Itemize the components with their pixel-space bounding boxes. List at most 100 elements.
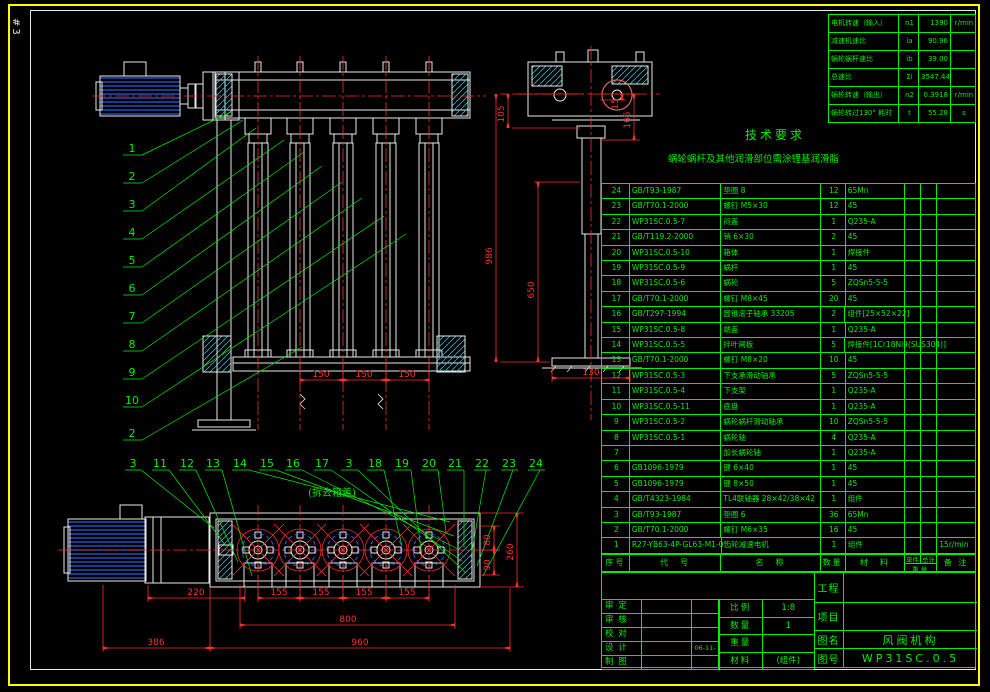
drawing-name-value: 风阀机构 bbox=[844, 631, 977, 648]
dim-105: 105 bbox=[497, 105, 507, 122]
part-name: 圆锥滚子轴承 33205 bbox=[721, 307, 820, 322]
part-total-weight bbox=[921, 353, 937, 368]
dim-155-4: 155 bbox=[398, 588, 415, 598]
part-remark bbox=[937, 431, 975, 446]
part-total-weight bbox=[921, 184, 937, 199]
dim-960: 960 bbox=[351, 638, 368, 648]
part-material: 45 bbox=[846, 261, 906, 276]
part-seq: 10 bbox=[602, 400, 630, 415]
spec-value: 1390 bbox=[919, 15, 951, 32]
part-total-weight bbox=[921, 384, 937, 399]
header-total-weight: 总计 bbox=[921, 554, 936, 563]
part-name: 齿轮减速电机 bbox=[722, 538, 821, 553]
part-seq: 8 bbox=[602, 431, 630, 446]
signature-date: 06-11-10 bbox=[692, 642, 719, 656]
balloon: 7 bbox=[129, 310, 136, 323]
part-name: 箱体 bbox=[721, 246, 820, 261]
part-total-weight bbox=[921, 338, 937, 353]
balloon: 3 bbox=[346, 457, 353, 470]
spec-unit bbox=[951, 51, 975, 68]
parts-row: 18 WP31SC.0.5-6 蜗轮 5 ZQSn5-5-5 bbox=[602, 276, 975, 291]
spec-row: 蜗轮蜗杆速比 ib 39.00 bbox=[829, 51, 975, 69]
balloon: 20 bbox=[422, 457, 436, 470]
part-seq: 2 bbox=[602, 523, 630, 538]
signature-row: 审 定 bbox=[602, 600, 719, 614]
part-total-weight bbox=[921, 477, 937, 492]
parts-row: 16 GB/T297-1994 圆锥滚子轴承 33205 2 组件[25×52×… bbox=[602, 307, 975, 322]
signature-row: 制 图 bbox=[602, 656, 719, 670]
part-qty: 12 bbox=[821, 199, 846, 214]
balloon: 24 bbox=[529, 457, 543, 470]
project-label: 工程 bbox=[814, 573, 844, 602]
part-total-weight bbox=[921, 492, 937, 507]
part-name: 垫圈 6 bbox=[721, 508, 820, 523]
part-seq: 6 bbox=[602, 461, 630, 476]
balloon: 5 bbox=[129, 254, 136, 267]
drawing-no-row: 图号 WP31SC.0.5 bbox=[814, 649, 977, 668]
parts-row: 2 GB/T70.1-2000 螺钉 M6×35 16 45 bbox=[602, 523, 975, 538]
part-unit-weight bbox=[905, 384, 921, 399]
header-weight-group: 单件 总计 重量 bbox=[905, 554, 937, 571]
dim-986: 986 bbox=[485, 247, 495, 264]
part-unit-weight bbox=[905, 538, 921, 553]
spec-label: 蜗轮蜗杆速比 bbox=[829, 51, 899, 68]
part-seq: 4 bbox=[602, 492, 630, 507]
balloon: 10 bbox=[125, 394, 139, 407]
part-unit-weight bbox=[905, 446, 921, 461]
part-code: WP31SC.0.5-7 bbox=[630, 215, 722, 230]
parts-row: 19 WP31SC.0.5-9 蜗杆 1 45 bbox=[602, 261, 975, 276]
part-qty: 1 bbox=[821, 261, 846, 276]
part-qty: 1 bbox=[821, 492, 846, 507]
spec-unit: s bbox=[951, 105, 975, 122]
part-material: 组件[25×52×22] bbox=[845, 307, 905, 322]
parts-row: 11 WP31SC.0.5-4 下支架 1 Q235-A bbox=[602, 384, 975, 399]
balloon: 4 bbox=[129, 226, 136, 239]
part-total-weight bbox=[921, 538, 937, 553]
part-name: 螺钉 M5×30 bbox=[721, 199, 820, 214]
spec-symbol: Σi bbox=[899, 69, 919, 86]
part-remark bbox=[937, 246, 975, 261]
dim-260: 260 bbox=[506, 543, 516, 560]
part-code: WP31SC.0.5-11 bbox=[630, 400, 722, 415]
part-remark bbox=[937, 492, 975, 507]
signature-blank bbox=[642, 628, 692, 642]
header-qty: 数量 bbox=[821, 554, 846, 571]
part-code: WP31SC.0.5-8 bbox=[630, 323, 722, 338]
parts-row: 1 R27-YB63-4P-GL63-M1-0° 齿轮减速电机 1 组件 15r… bbox=[602, 538, 975, 553]
signature-date bbox=[692, 656, 719, 670]
parts-row: 17 GB/T70.1-2000 螺钉 M8×45 20 45 bbox=[602, 292, 975, 307]
part-code: GB/T119.2-2000 bbox=[630, 230, 722, 245]
part-unit-weight bbox=[905, 230, 921, 245]
parts-row: 23 GB/T70.1-2000 螺钉 M5×30 12 45 bbox=[602, 199, 975, 214]
header-material: 材 料 bbox=[846, 554, 906, 571]
part-total-weight bbox=[921, 307, 937, 322]
balloon: 15 bbox=[260, 457, 274, 470]
part-seq: 7 bbox=[602, 446, 630, 461]
part-total-weight bbox=[921, 323, 937, 338]
part-total-weight bbox=[921, 369, 937, 384]
tech-requirements-title: 技术要求 bbox=[705, 126, 845, 143]
dim-150-2: 150 bbox=[355, 370, 372, 380]
part-total-weight bbox=[921, 415, 937, 430]
part-material: 45 bbox=[846, 353, 906, 368]
signature-row: 设 计 06-11-10 bbox=[602, 642, 719, 656]
spec-row: 减速机速比 ia 90.96 bbox=[829, 33, 975, 51]
signature-row: 审 核 bbox=[602, 614, 719, 628]
title-block-right: 工程 项目 图名 风阀机构 图号 WP31SC.0.5 bbox=[814, 573, 977, 669]
parts-row: 12 WP31SC.0.5-3 下支承滑动轴承 5 ZQSn5-5-5 bbox=[602, 369, 975, 384]
part-unit-weight bbox=[905, 292, 921, 307]
drawing-no-value: WP31SC.0.5 bbox=[844, 649, 977, 668]
part-code: GB/T4323-1984 bbox=[630, 492, 722, 507]
balloon: 14 bbox=[233, 457, 247, 470]
part-seq: 14 bbox=[602, 338, 630, 353]
part-seq: 17 bbox=[602, 292, 630, 307]
part-seq: 13 bbox=[602, 353, 630, 368]
part-qty: 1 bbox=[821, 384, 846, 399]
part-code: WP31SC.0.5-9 bbox=[630, 261, 722, 276]
part-remark bbox=[937, 199, 975, 214]
part-name: 蜗轮 bbox=[721, 276, 820, 291]
part-qty: 20 bbox=[821, 292, 846, 307]
part-remark bbox=[937, 184, 975, 199]
part-unit-weight bbox=[905, 323, 921, 338]
part-qty: 1 bbox=[821, 461, 846, 476]
